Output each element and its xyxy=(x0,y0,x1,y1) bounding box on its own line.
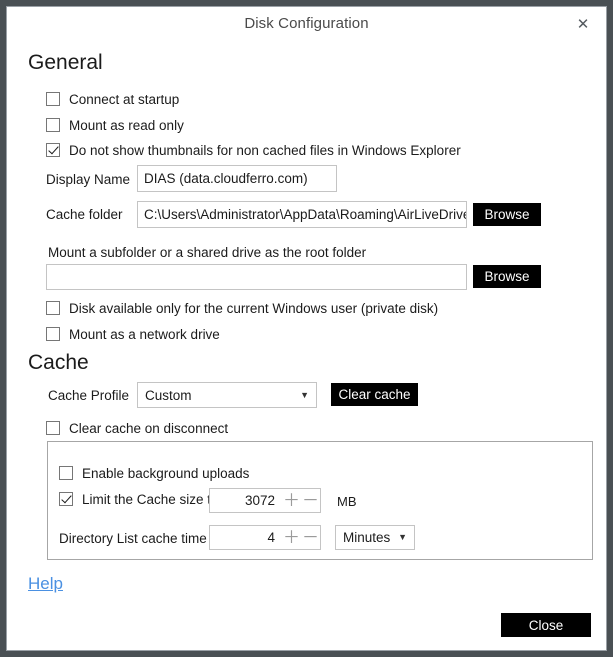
checkbox-label-connect-at-startup: Connect at startup xyxy=(69,91,180,107)
cache-profile-label: Cache Profile xyxy=(48,388,130,403)
checkbox-row-clear-on-disconnect[interactable]: Clear cache on disconnect xyxy=(46,419,228,437)
checkbox-label-enable-background-uploads: Enable background uploads xyxy=(82,465,250,481)
checkbox-label-private-disk: Disk available only for the current Wind… xyxy=(69,300,439,316)
dir-list-cache-unit-value: Minutes xyxy=(343,530,391,545)
checkbox-clear-cache-on-disconnect[interactable] xyxy=(46,421,60,435)
dir-list-cache-label: Directory List cache time xyxy=(59,531,207,546)
checkbox-label-clear-cache-on-disconnect: Clear cache on disconnect xyxy=(69,420,229,436)
chevron-down-icon: ▼ xyxy=(300,389,309,400)
cache-folder-input[interactable]: C:\Users\Administrator\AppData\Roaming\A… xyxy=(137,201,467,228)
checkbox-row-no-thumbnails[interactable]: Do not show thumbnails for non cached fi… xyxy=(46,141,461,159)
checkbox-label-mount-read-only: Mount as read only xyxy=(69,117,184,133)
checkbox-label-network-drive: Mount as a network drive xyxy=(69,326,220,342)
checkbox-label-limit-cache-size: Limit the Cache size to xyxy=(82,491,219,507)
cache-profile-value: Custom xyxy=(145,387,192,403)
cache-size-unit-label: MB xyxy=(337,494,357,509)
checkbox-row-mount-read-only[interactable]: Mount as read only xyxy=(46,116,184,134)
browse-subfolder-button[interactable]: Browse xyxy=(473,265,541,288)
disk-configuration-dialog: Disk Configuration ✕ General Connect at … xyxy=(6,6,607,651)
dir-list-cache-value[interactable]: 4 xyxy=(210,530,282,545)
checkbox-network-drive[interactable] xyxy=(46,327,60,341)
help-link[interactable]: Help xyxy=(28,574,63,594)
checkbox-private-disk[interactable] xyxy=(46,301,60,315)
general-section-heading: General xyxy=(28,51,103,74)
cache-size-value[interactable]: 3072 xyxy=(210,493,282,508)
dir-list-cache-stepper[interactable]: 4 ＋ － xyxy=(209,525,321,550)
title-bar: Disk Configuration ✕ xyxy=(7,7,606,41)
cache-section-heading: Cache xyxy=(28,351,89,374)
increment-icon[interactable]: ＋ xyxy=(282,529,301,546)
dialog-title: Disk Configuration xyxy=(244,15,369,32)
close-icon[interactable]: ✕ xyxy=(568,12,598,36)
increment-icon[interactable]: ＋ xyxy=(282,492,301,509)
checkbox-limit-cache-size[interactable] xyxy=(59,492,73,506)
checkbox-row-connect-at-startup[interactable]: Connect at startup xyxy=(46,90,179,108)
checkbox-connect-at-startup[interactable] xyxy=(46,92,60,106)
subfolder-label: Mount a subfolder or a shared drive as t… xyxy=(48,245,367,260)
checkbox-no-thumbnails[interactable] xyxy=(46,143,60,157)
decrement-icon[interactable]: － xyxy=(301,492,320,509)
checkbox-label-no-thumbnails: Do not show thumbnails for non cached fi… xyxy=(69,142,461,158)
close-button[interactable]: Close xyxy=(501,613,591,637)
decrement-icon[interactable]: － xyxy=(301,529,320,546)
checkbox-enable-background-uploads[interactable] xyxy=(59,466,73,480)
display-name-label: Display Name xyxy=(46,172,131,187)
display-name-input[interactable]: DIAS (data.cloudferro.com) xyxy=(137,165,337,192)
subfolder-input[interactable] xyxy=(46,264,467,290)
cache-folder-label: Cache folder xyxy=(46,207,123,222)
browse-cache-folder-button[interactable]: Browse xyxy=(473,203,541,226)
cache-size-stepper[interactable]: 3072 ＋ － xyxy=(209,488,321,513)
chevron-down-icon: ▼ xyxy=(398,532,407,542)
clear-cache-button[interactable]: Clear cache xyxy=(331,383,418,406)
dir-list-cache-unit-select[interactable]: Minutes ▼ xyxy=(335,525,415,550)
checkbox-row-private-disk[interactable]: Disk available only for the current Wind… xyxy=(46,299,438,317)
checkbox-row-background-uploads[interactable]: Enable background uploads xyxy=(59,464,249,482)
checkbox-row-network-drive[interactable]: Mount as a network drive xyxy=(46,325,220,343)
checkbox-row-limit-cache-size[interactable]: Limit the Cache size to xyxy=(59,490,219,508)
cache-profile-select[interactable]: Custom ▼ xyxy=(137,382,317,408)
checkbox-mount-read-only[interactable] xyxy=(46,118,60,132)
